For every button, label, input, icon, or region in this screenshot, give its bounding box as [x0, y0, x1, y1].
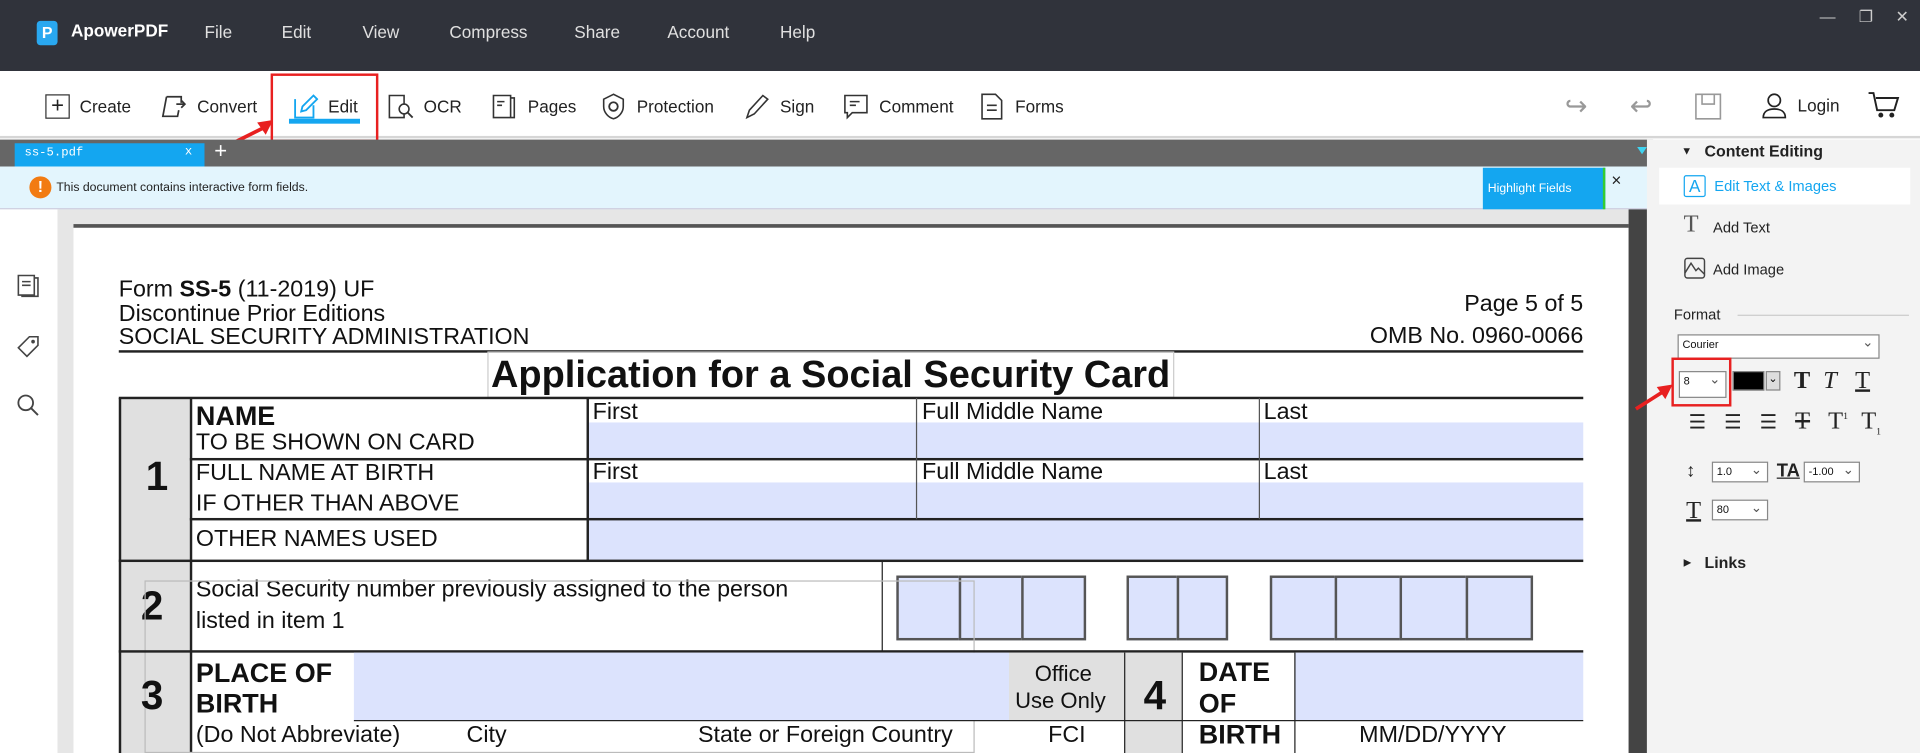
edit-text-images-label: Edit Text & Images [1714, 177, 1837, 195]
page-number: Page 5 of 5 [1464, 291, 1584, 318]
office-label: Office [1034, 661, 1092, 686]
other-names-label: OTHER NAMES USED [195, 526, 438, 553]
use-only-label: Use Only [1015, 688, 1106, 713]
agency-name: SOCIAL SECURITY ADMINISTRATION [118, 324, 530, 351]
ssn-digit-box[interactable] [1399, 575, 1469, 641]
fci-label: FCI [1048, 722, 1086, 749]
align-center-icon[interactable]: ☰ [1724, 410, 1742, 434]
date-label: DATE [1198, 656, 1271, 687]
bold-icon[interactable]: T [1794, 367, 1810, 395]
form-prefix: Form [118, 276, 180, 303]
ssn-digit-box[interactable] [1126, 575, 1180, 641]
city-label: City [466, 722, 507, 749]
form-id: SS-5 [179, 276, 232, 303]
ssn-digit-box[interactable] [1021, 575, 1087, 641]
name-on-card-fields[interactable] [587, 422, 1584, 458]
last-label: Last [1263, 399, 1308, 425]
birth-name-label: FULL NAME AT BIRTH [195, 460, 435, 487]
line-spacing-select[interactable]: 1.0 [1711, 461, 1769, 483]
collapse-triangle-icon[interactable]: ▼ [1681, 144, 1692, 156]
color-dropdown-icon[interactable]: ⌄ [1765, 371, 1781, 391]
text-t-icon: T [1683, 210, 1699, 238]
item-1-number: 1 [145, 453, 169, 499]
name-at-birth-fields[interactable] [587, 482, 1584, 520]
font-color-swatch[interactable] [1732, 371, 1765, 391]
birth-name-sub-label: IF OTHER THAN ABOVE [195, 491, 460, 517]
item-3-number: 3 [140, 672, 164, 718]
add-image-label: Add Image [1713, 260, 1785, 278]
strikethrough-icon[interactable]: T [1795, 408, 1810, 436]
other-names-field[interactable] [587, 519, 1584, 561]
edit-text-a-icon: A [1683, 175, 1706, 198]
right-edit-panel: ▼ Content Editing A Edit Text & Images T… [1646, 139, 1920, 753]
date-of-birth-field[interactable] [1295, 652, 1584, 721]
font-size-highlight-box [1671, 357, 1732, 407]
character-spacing-icon: TA [1776, 460, 1800, 482]
superscript-icon[interactable]: T1 [1828, 408, 1848, 436]
do-not-abbreviate: (Do Not Abbreviate) [195, 722, 401, 749]
birth-label: BIRTH [195, 688, 279, 719]
item-4-number: 4 [1143, 672, 1167, 718]
align-left-icon[interactable]: ☰ [1689, 410, 1707, 434]
ssn-digit-box[interactable] [1176, 575, 1229, 641]
image-icon [1684, 257, 1706, 279]
state-label: State or Foreign Country [697, 722, 953, 749]
text-scale-icon: T [1686, 497, 1702, 525]
form-id-line: Form SS-5 (11-2019) UF [119, 277, 375, 304]
middle-label: Full Middle Name [922, 399, 1104, 425]
add-text-label: Add Text [1713, 219, 1770, 237]
ssn-digit-box[interactable] [1269, 575, 1338, 641]
omb-number: OMB No. 0960-0066 [1369, 323, 1584, 349]
content-editing-header[interactable]: Content Editing [1704, 142, 1822, 160]
format-section-label: Format [1673, 306, 1721, 324]
annotation-arrow-font-size [1634, 384, 1673, 411]
underline-icon[interactable]: T [1855, 367, 1870, 395]
form-title: Application for a Social Security Card [487, 351, 1174, 398]
of-label: OF [1198, 688, 1237, 719]
place-of-label: PLACE OF [195, 657, 333, 689]
font-family-select[interactable]: Courier [1677, 334, 1880, 359]
character-spacing-select[interactable]: -1.00 [1803, 461, 1861, 483]
line-spacing-icon: ↕ [1686, 460, 1696, 482]
ssn-digit-box[interactable] [1465, 575, 1534, 641]
align-right-icon[interactable]: ☰ [1760, 410, 1778, 434]
name-sub-label: TO BE SHOWN ON CARD [195, 429, 475, 456]
first-label: First [592, 399, 638, 425]
edit-text-images-item[interactable]: A Edit Text & Images [1659, 167, 1911, 205]
format-divider [1737, 314, 1909, 316]
form-suffix: (11-2019) UF [231, 276, 375, 303]
expand-triangle-icon[interactable]: ▶ [1684, 557, 1692, 568]
place-of-birth-field[interactable] [353, 652, 1009, 721]
first-label-2: First [592, 459, 638, 485]
links-section-header[interactable]: Links [1704, 553, 1746, 571]
date-format-label: MM/DD/YYYY [1359, 722, 1507, 749]
name-label: NAME [195, 400, 276, 432]
italic-icon[interactable]: T [1823, 367, 1837, 395]
middle-label-2: Full Middle Name [922, 459, 1104, 485]
subscript-icon[interactable]: T1 [1861, 408, 1881, 437]
ssn-digit-box[interactable] [1334, 575, 1403, 641]
text-scale-select[interactable]: 80 [1711, 499, 1769, 521]
last-label-2: Last [1263, 459, 1308, 485]
birth-label-4: BIRTH [1198, 718, 1282, 750]
